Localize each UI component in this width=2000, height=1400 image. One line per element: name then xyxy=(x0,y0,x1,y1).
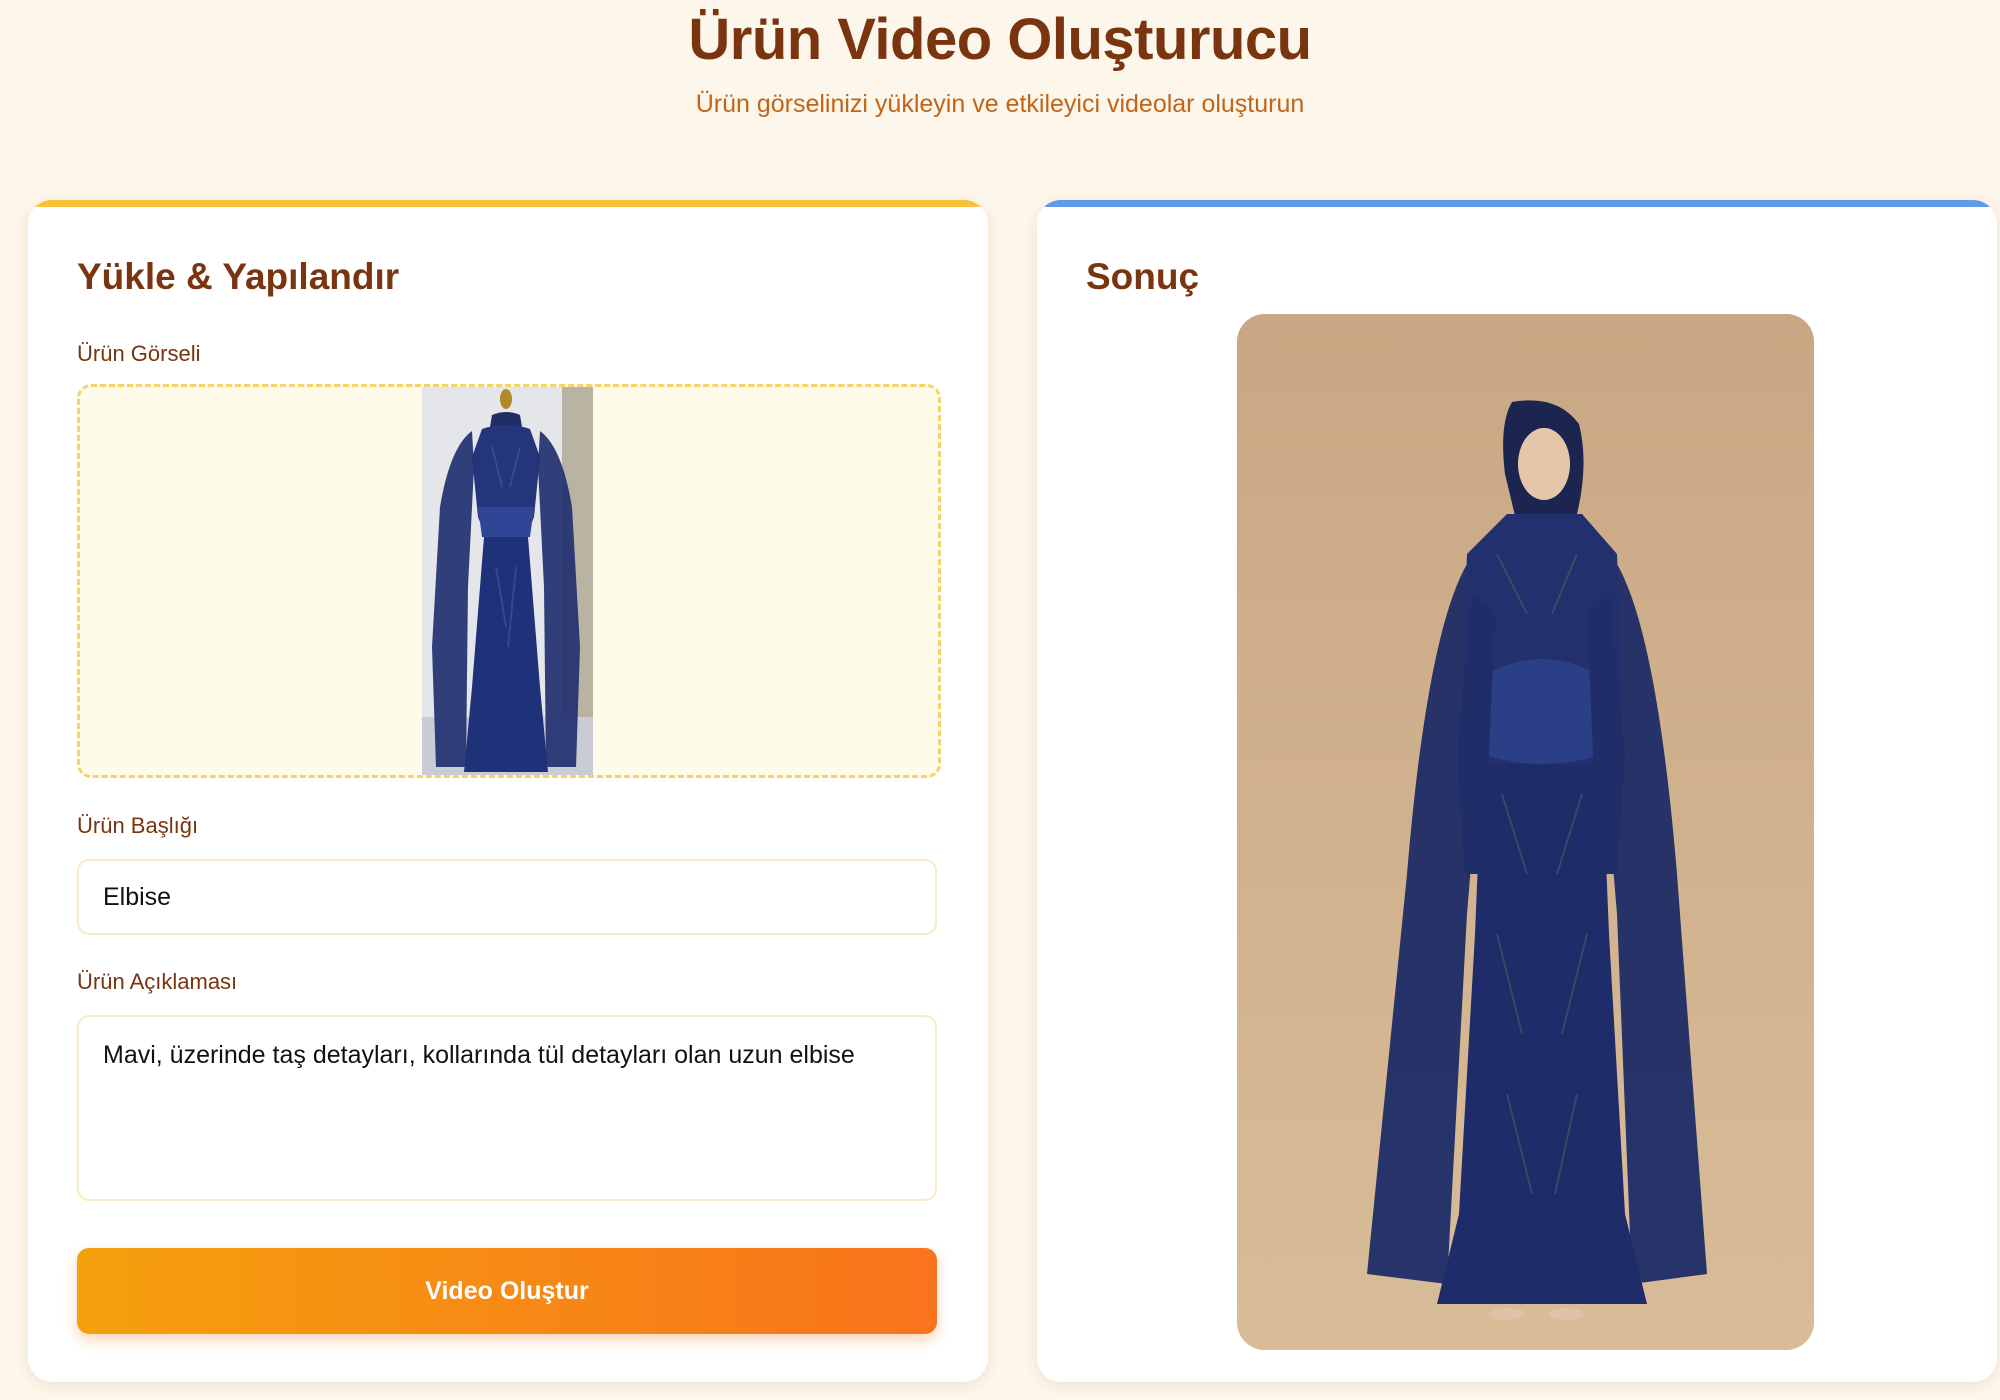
result-card: Sonuç xyxy=(1037,200,1997,1382)
product-image-label: Ürün Görseli xyxy=(77,341,201,366)
image-dropzone[interactable] xyxy=(77,384,941,778)
product-title-input[interactable] xyxy=(77,859,937,935)
product-description-textarea[interactable]: Mavi, üzerinde taş detayları, kollarında… xyxy=(77,1015,937,1201)
dress-thumbnail-image xyxy=(422,387,593,775)
uploaded-product-thumbnail xyxy=(422,387,593,775)
result-preview-image xyxy=(1237,314,1814,1350)
page-title: Ürün Video Oluşturucu xyxy=(688,7,1312,72)
upload-card-title: Yükle & Yapılandır xyxy=(77,256,400,297)
product-description-label: Ürün Açıklaması xyxy=(77,969,238,994)
page-subtitle: Ürün görselinizi yükleyin ve etkileyici … xyxy=(695,90,1305,118)
model-dress-image xyxy=(1237,314,1814,1350)
generate-video-button[interactable]: Video Oluştur xyxy=(77,1248,937,1334)
result-card-title: Sonuç xyxy=(1086,256,1200,297)
upload-configure-card: Yükle & Yapılandır Ürün Görseli Ürün Baş… xyxy=(28,200,988,1382)
product-title-label: Ürün Başlığı xyxy=(77,813,199,838)
